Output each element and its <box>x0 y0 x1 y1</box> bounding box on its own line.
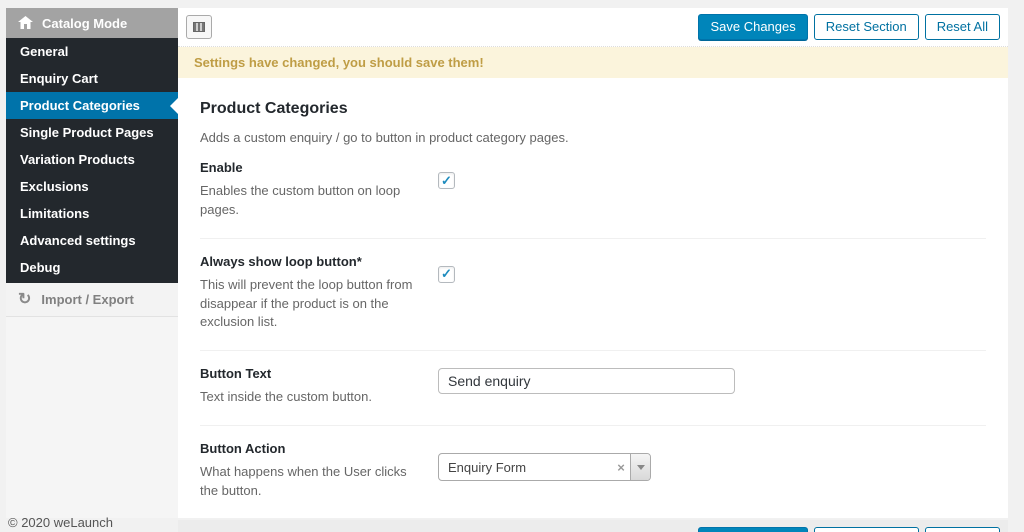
sidebar-item-debug[interactable]: Debug <box>6 254 178 281</box>
sidebar: Catalog Mode General Enquiry Cart Produc… <box>6 8 178 518</box>
toggle-view-button[interactable] <box>186 15 212 39</box>
save-changes-button[interactable]: Save Changes <box>698 14 807 40</box>
field-row-button-action: Button Action What happens when the User… <box>200 426 986 520</box>
unsaved-changes-notice: Settings have changed, you should save t… <box>178 47 1008 78</box>
sidebar-menu: General Enquiry Cart Product Categories … <box>6 38 178 283</box>
field-description: This will prevent the loop button from d… <box>200 276 420 333</box>
field-description: Enables the custom button on loop pages. <box>200 182 420 220</box>
bottom-toolbar: Save Changes Reset Section Reset All <box>178 520 1008 532</box>
page-title: Product Categories <box>200 100 986 118</box>
sidebar-item-general[interactable]: General <box>6 38 178 65</box>
bottom-button-group: Save Changes Reset Section Reset All <box>698 527 1000 532</box>
home-icon <box>18 16 33 30</box>
sync-icon: ↻ <box>18 293 31 307</box>
field-row-enable: Enable Enables the custom button on loop… <box>200 145 986 239</box>
reset-all-button[interactable]: Reset All <box>925 14 1000 40</box>
sidebar-header[interactable]: Catalog Mode <box>6 8 178 38</box>
button-text-input[interactable] <box>438 368 735 394</box>
field-row-button-text: Button Text Text inside the custom butto… <box>200 351 986 426</box>
field-description: What happens when the User clicks the bu… <box>200 463 420 501</box>
always-show-loop-button-checkbox[interactable]: ✓ <box>438 266 455 283</box>
field-label: Button Text <box>200 366 420 381</box>
grid-icon <box>193 22 205 32</box>
sidebar-item-single-product-pages[interactable]: Single Product Pages <box>6 119 178 146</box>
top-button-group: Save Changes Reset Section Reset All <box>698 14 1000 40</box>
field-label: Always show loop button* <box>200 254 420 269</box>
save-changes-button-bottom[interactable]: Save Changes <box>698 527 807 532</box>
reset-all-button-bottom[interactable]: Reset All <box>925 527 1000 532</box>
button-action-select[interactable]: Enquiry Form × <box>438 453 651 481</box>
chevron-down-icon <box>637 465 645 470</box>
field-label: Button Action <box>200 441 420 456</box>
checkmark-icon: ✓ <box>441 173 452 189</box>
enable-checkbox[interactable]: ✓ <box>438 172 455 189</box>
settings-content: Product Categories Adds a custom enquiry… <box>178 78 1008 520</box>
sidebar-item-limitations[interactable]: Limitations <box>6 200 178 227</box>
reset-section-button[interactable]: Reset Section <box>814 14 919 40</box>
reset-section-button-bottom[interactable]: Reset Section <box>814 527 919 532</box>
selected-option-label: Enquiry Form <box>439 454 612 480</box>
top-toolbar: Save Changes Reset Section Reset All <box>178 8 1008 47</box>
sidebar-item-exclusions[interactable]: Exclusions <box>6 173 178 200</box>
sidebar-item-variation-products[interactable]: Variation Products <box>6 146 178 173</box>
import-export-label: Import / Export <box>41 292 133 307</box>
field-description: Text inside the custom button. <box>200 388 420 407</box>
page-description: Adds a custom enquiry / go to button in … <box>200 130 986 145</box>
field-label: Enable <box>200 160 420 175</box>
sidebar-item-product-categories[interactable]: Product Categories <box>6 92 178 119</box>
clear-selection-icon[interactable]: × <box>612 454 630 480</box>
field-row-always-show-loop-button: Always show loop button* This will preve… <box>200 239 986 352</box>
settings-panel: Save Changes Reset Section Reset All Set… <box>178 8 1008 518</box>
copyright-text: © 2020 weLaunch <box>8 515 113 530</box>
sidebar-item-enquiry-cart[interactable]: Enquiry Cart <box>6 65 178 92</box>
checkmark-icon: ✓ <box>441 266 452 282</box>
sidebar-spacer <box>6 317 178 518</box>
sidebar-item-import-export[interactable]: ↻ Import / Export <box>6 283 178 317</box>
sidebar-item-advanced-settings[interactable]: Advanced settings <box>6 227 178 254</box>
dropdown-toggle[interactable] <box>630 454 650 480</box>
app-layout: Catalog Mode General Enquiry Cart Produc… <box>6 8 1008 518</box>
sidebar-title: Catalog Mode <box>42 16 127 31</box>
